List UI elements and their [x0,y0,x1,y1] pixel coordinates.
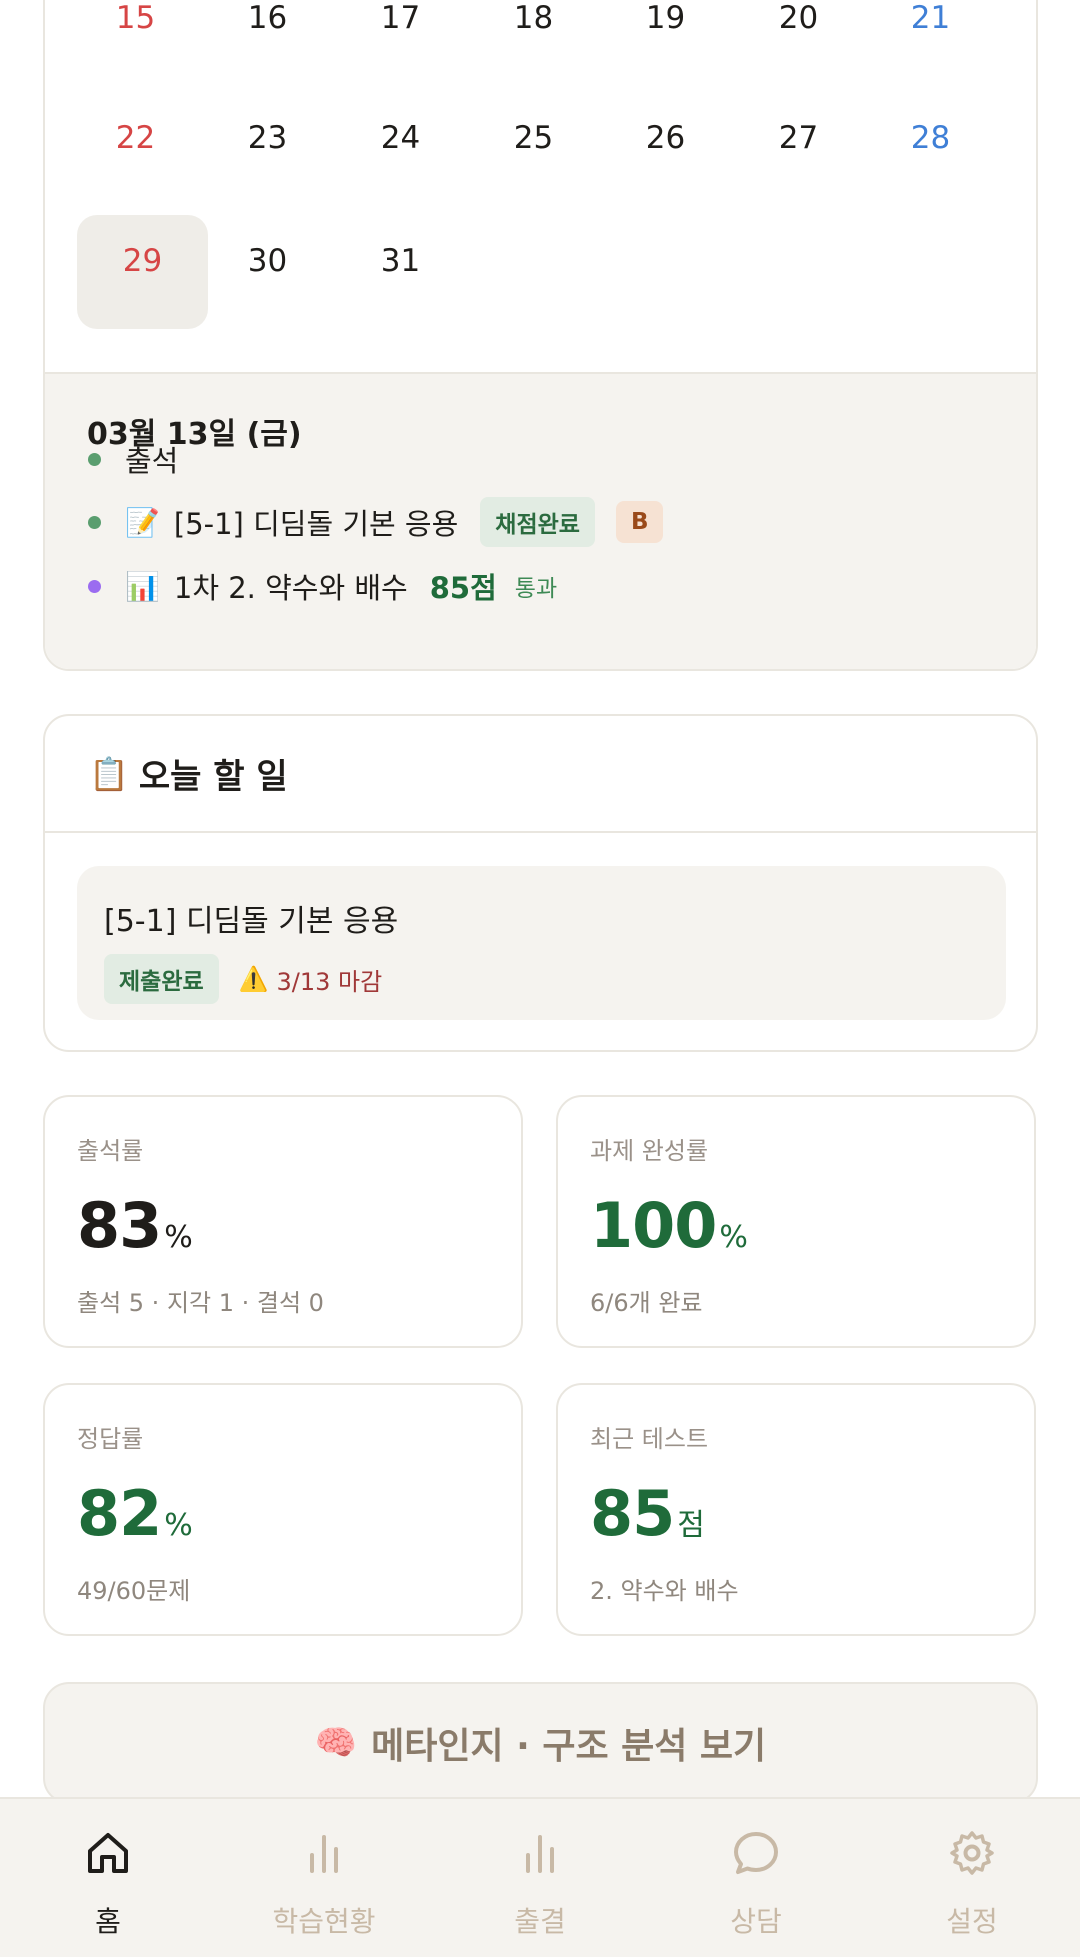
calendar-day[interactable]: 17 [335,0,466,86]
stat-subtext: 출석 5 · 지각 1 · 결석 0 [77,1289,324,1317]
event-label: 1차 2. 약수와 배수 [173,571,408,605]
stat-value: 85 점 [590,1477,705,1550]
stat-unit: % [164,1508,193,1543]
stat-recent-test-card[interactable]: 최근 테스트 85 점 2. 약수와 배수 [556,1383,1036,1636]
test-score: 85점 [429,571,497,605]
deadline-text: 3/13 마감 [276,967,383,996]
calendar-day[interactable]: 28 [865,92,996,206]
event-test[interactable]: 📊 1차 2. 약수와 배수 85점 통과 [87,562,557,610]
page: 15 16 17 18 19 20 21 22 23 24 25 26 27 2… [0,0,1080,1957]
nav-attendance[interactable]: 출결 [432,1799,648,1957]
calendar-day[interactable]: 19 [600,0,731,86]
stat-label: 정답률 [77,1425,144,1453]
stat-value: 100 % [590,1189,748,1262]
calendar-day[interactable]: 22 [70,92,201,206]
nav-settings[interactable]: 설정 [864,1799,1080,1957]
bar-chart-icon [310,1835,338,1873]
nav-label: 학습현황 [272,1905,376,1938]
deadline: ⚠️ 3/13 마감 [239,962,383,997]
stat-completion-card[interactable]: 과제 완성률 100 % 6/6개 완료 [556,1095,1036,1348]
event-dot-icon [88,515,101,529]
task-meta: 제출완료 ⚠️ 3/13 마감 [104,954,382,1004]
calendar-week-row: 22 23 24 25 26 27 28 [45,92,1036,212]
event-dot-icon [88,452,101,466]
calendar-card: 15 16 17 18 19 20 21 22 23 24 25 26 27 2… [43,0,1038,671]
calendar-day[interactable]: 31 [335,215,466,329]
calendar-day[interactable]: 23 [202,92,333,206]
metacognition-analysis-button[interactable]: 🧠 메타인지 · 구조 분석 보기 [43,1682,1038,1804]
chart-icon: 📊 [125,569,160,603]
event-attendance: 출석 [87,435,178,483]
stat-subtext: 6/6개 완료 [590,1289,703,1317]
stat-accuracy-card[interactable]: 정답률 82 % 49/60문제 [43,1383,523,1636]
nav-counsel[interactable]: 상담 [648,1799,864,1957]
calendar-day[interactable]: 27 [733,92,864,206]
selected-day-detail: 03월 13일 (금) 출석 📝 [5-1] 디딤돌 기본 응용 채점완료 B … [45,372,1036,669]
calendar-day[interactable]: 18 [468,0,599,86]
today-tasks-header: 📋 오늘 할 일 [45,716,1036,833]
calendar-week-row: 29 30 31 [45,215,1036,335]
stat-attendance-card[interactable]: 출석률 83 % 출석 5 · 지각 1 · 결석 0 [43,1095,523,1348]
nav-label: 상담 [730,1905,782,1938]
status-badge: 제출완료 [104,954,219,1004]
stat-value: 82 % [77,1477,193,1550]
task-title: [5-1] 디딤돌 기본 응용 [104,904,399,939]
chat-bubble-icon [734,1832,778,1874]
calendar-week-row: 15 16 17 18 19 20 21 [45,0,1036,92]
calendar-day[interactable]: 21 [865,0,996,86]
nav-label: 출결 [514,1905,566,1938]
event-label: [5-1] 디딤돌 기본 응용 [173,507,459,541]
calendar-day[interactable]: 29 [77,215,208,329]
stat-number: 100 [590,1189,717,1262]
stat-subtext: 2. 약수와 배수 [590,1577,739,1605]
nav-study[interactable]: 학습현황 [216,1799,432,1957]
calendar-day[interactable]: 26 [600,92,731,206]
bottom-nav: 홈 학습현황 출결 상담 설정 [0,1797,1080,1957]
metacognition-button-label: 메타인지 · 구조 분석 보기 [371,1726,767,1767]
calendar-day[interactable]: 24 [335,92,466,206]
nav-label: 홈 [95,1905,121,1938]
nav-label: 설정 [946,1905,998,1938]
brain-icon: 🧠 [314,1723,358,1763]
event-assignment[interactable]: 📝 [5-1] 디딤돌 기본 응용 채점완료 B [87,497,664,547]
event-label: 출석 [125,444,179,478]
stat-subtext: 49/60문제 [77,1577,191,1605]
gear-icon [950,1831,994,1875]
calendar-day[interactable]: 15 [70,0,201,86]
today-tasks-card: 📋 오늘 할 일 [5-1] 디딤돌 기본 응용 제출완료 ⚠️ 3/13 마감 [43,714,1038,1052]
stat-label: 최근 테스트 [590,1425,709,1453]
calendar-day[interactable]: 20 [733,0,864,86]
task-item[interactable]: [5-1] 디딤돌 기본 응용 제출완료 ⚠️ 3/13 마감 [77,866,1006,1020]
test-result: 통과 [514,576,558,602]
stat-unit: % [719,1220,748,1255]
home-icon [88,1833,128,1873]
event-dot-icon [88,579,101,593]
status-badge: 채점완료 [480,497,595,547]
grade-badge: B [615,501,664,543]
today-tasks-title: 오늘 할 일 [138,757,288,797]
warning-icon: ⚠️ [238,965,269,993]
clipboard-icon: 📋 [89,754,129,793]
memo-icon: 📝 [125,505,160,539]
calendar-day[interactable]: 16 [202,0,333,86]
calendar-day[interactable]: 30 [202,215,333,329]
stat-label: 출석률 [77,1137,144,1165]
stat-unit: % [164,1220,193,1255]
calendar-day[interactable]: 25 [468,92,599,206]
stat-label: 과제 완성률 [590,1137,709,1165]
nav-home[interactable]: 홈 [0,1799,216,1957]
stat-number: 83 [77,1189,162,1262]
stat-value: 83 % [77,1189,193,1262]
stat-number: 85 [590,1477,675,1550]
bar-chart-icon [526,1835,554,1873]
stat-number: 82 [77,1477,162,1550]
stat-unit: 점 [677,1508,705,1543]
